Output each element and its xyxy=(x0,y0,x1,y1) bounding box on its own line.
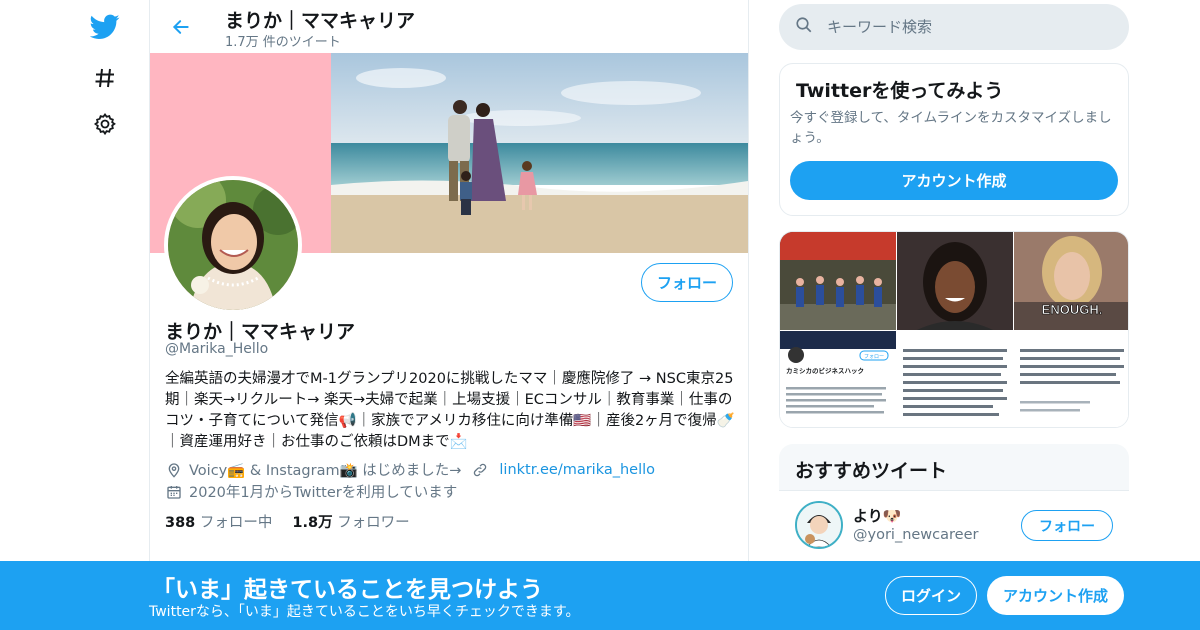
banner-beach-photo xyxy=(331,53,748,253)
profile-name: まりか｜ママキャリア xyxy=(165,321,356,343)
profile-stats: 388 フォロー中 1.8万 フォロワー xyxy=(165,511,410,532)
profile-url-link[interactable]: linktr.ee/marika_hello xyxy=(499,462,655,478)
tweet-count: 1.7万 件のツイート xyxy=(225,35,341,50)
media-thumbnail-5[interactable] xyxy=(897,331,1013,427)
media-thumbnail-4[interactable]: フォロー カミシカのビジネスハック xyxy=(780,331,896,427)
recommended-follow-button[interactable]: フォロー xyxy=(1021,510,1113,541)
profile-header: まりか｜ママキャリア 1.7万 件のツイート xyxy=(150,0,748,53)
recommended-user-handle: @yori_newcareer xyxy=(853,527,979,543)
recommended-title: おすすめツイート xyxy=(795,460,948,482)
signup-card: Twitterを使ってみよう 今すぐ登録して、タイムラインをカスタマイズしましょ… xyxy=(779,63,1129,216)
profile-joined-date: 2020年1月からTwitterを利用しています xyxy=(189,485,458,501)
enough-gif-image: ENOUGH. xyxy=(1014,232,1128,330)
enough-caption: ENOUGH. xyxy=(1042,302,1103,317)
media-grid: ENOUGH. フォロー カミシカのビジネスハック xyxy=(779,231,1129,428)
link-icon xyxy=(471,461,489,479)
calendar-icon xyxy=(165,483,183,501)
media-thumbnail-2[interactable] xyxy=(897,232,1013,330)
gear-icon[interactable] xyxy=(90,109,120,139)
following-count: 388 xyxy=(165,515,196,531)
portrait-woman-image xyxy=(897,232,1013,330)
profile-location: Voicy📻 & Instagram📸 はじめました→ xyxy=(189,463,462,479)
profile-location-row: Voicy📻 & Instagram📸 はじめました→ linktr.ee/ma… xyxy=(165,459,655,480)
signup-description: 今すぐ登録して、タイムラインをカスタマイズしましょう。 xyxy=(790,110,1112,146)
search-icon xyxy=(795,16,813,38)
location-pin-icon xyxy=(165,461,183,479)
left-nav xyxy=(80,0,130,630)
followers-label: フォロワー xyxy=(337,515,410,531)
profile-handle: @Marika_Hello xyxy=(165,341,269,357)
tweet-screenshot-image xyxy=(897,331,1013,427)
bottom-create-account-button[interactable]: アカウント作成 xyxy=(987,576,1124,615)
follow-button[interactable]: フォロー xyxy=(641,263,733,302)
bottom-bar-subtitle: Twitterなら、「いま」起きていることをいち早くチェックできます。 xyxy=(149,604,580,620)
following-label: フォロー中 xyxy=(199,515,273,531)
bottom-signup-bar: 「いま」起きていることを見つけよう Twitterなら、「いま」起きていることを… xyxy=(0,561,1200,630)
profile-bio: 全編英語の夫婦漫才でM-1グランプリ2020に挑戦したママ｜慶應院修了 → NS… xyxy=(165,371,735,450)
create-account-button[interactable]: アカウント作成 xyxy=(790,161,1118,200)
followers-stat[interactable]: 1.8万 フォロワー xyxy=(292,511,409,532)
profile-column: まりか｜ママキャリア 1.7万 件のツイート フォロー まりか｜ママキャリア @… xyxy=(149,0,749,630)
tweet-screenshot-image-2 xyxy=(1014,331,1128,427)
business-card-image: フォロー カミシカのビジネスハック xyxy=(780,331,896,427)
card-title-text: カミシカのビジネスハック xyxy=(786,366,864,375)
recommended-user-name[interactable]: より🐶 xyxy=(853,505,901,526)
search-input[interactable] xyxy=(827,18,1107,36)
profile-joined-row: 2020年1月からTwitterを利用しています xyxy=(165,481,457,502)
media-thumbnail-3[interactable]: ENOUGH. xyxy=(1014,232,1128,330)
signup-title: Twitterを使ってみよう xyxy=(796,80,1004,102)
bottom-bar-title: 「いま」起きていることを見つけよう xyxy=(152,577,543,603)
login-button[interactable]: ログイン xyxy=(885,576,977,615)
profile-avatar[interactable] xyxy=(164,176,302,314)
search-box[interactable] xyxy=(779,4,1129,50)
back-arrow-icon[interactable] xyxy=(166,12,196,42)
cartoon-avatar-image xyxy=(797,503,841,547)
followers-count: 1.8万 xyxy=(292,515,333,531)
recommended-tweets-card: おすすめツイート より🐶 @yori_newcareer フォロー xyxy=(779,444,1129,574)
following-stat[interactable]: 388 フォロー中 xyxy=(165,511,272,532)
header-title: まりか｜ママキャリア xyxy=(225,10,416,32)
media-thumbnail-6[interactable] xyxy=(1014,331,1128,427)
hashtag-icon[interactable] xyxy=(90,63,120,93)
recommended-user-avatar[interactable] xyxy=(795,501,843,549)
avatar-photo xyxy=(168,180,298,310)
card-follow-text: フォロー xyxy=(864,354,884,360)
twitter-bird-icon[interactable] xyxy=(90,12,120,42)
media-thumbnail-1[interactable] xyxy=(780,232,896,330)
stage-performance-image xyxy=(780,232,896,330)
